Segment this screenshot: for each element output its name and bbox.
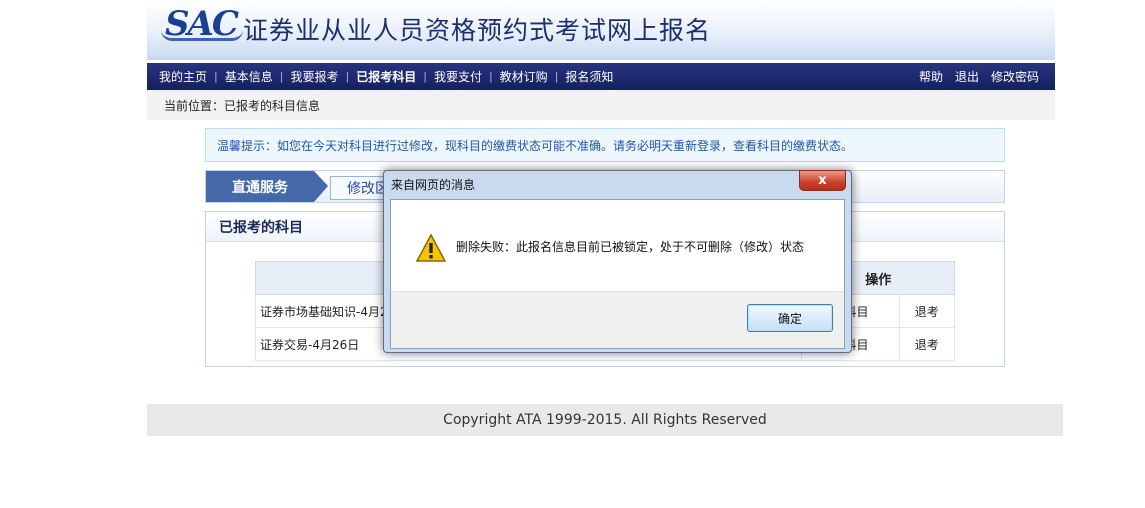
nav-separator: | [214,70,218,83]
nav-item-register[interactable]: 我要报考 [290,68,338,85]
logo-swoosh [161,30,243,41]
nav-item-home[interactable]: 我的主页 [159,68,207,85]
nav-separator: | [554,70,559,83]
message-dialog: 来自网页的消息 x 删除失败：此报名信息目前已被锁定，处于不可删除（修改）状态 … [383,170,852,353]
nav-item-registered-subjects[interactable]: 已报考科目 [356,68,416,85]
site-banner: SAC 证券业从业人员资格预约式考试网上报名 [147,0,1055,60]
dialog-close-button[interactable]: x [799,170,846,191]
nav-item-payment[interactable]: 我要支付 [434,68,482,85]
nav-right: 帮助 退出 修改密码 [919,63,1039,90]
withdraw-link[interactable]: 退考 [898,327,956,361]
service-tab-arrow [314,171,328,202]
nav-left: 我的主页 | 基本信息 | 我要报考 | 已报考科目 | 我要支付 | 教材订购… [159,63,613,90]
breadcrumb: 当前位置： 已报考的科目信息 [147,90,1055,120]
nav-separator: | [423,70,427,83]
panel-title: 已报考的科目 [219,219,303,236]
close-icon: x [818,173,827,188]
dialog-message: 删除失败：此报名信息目前已被锁定，处于不可删除（修改）状态 [456,240,805,254]
tip-text: 温馨提示：如您在今天对科目进行过修改，现科目的缴费状态可能不准确。请务必明天重新… [217,138,854,153]
tip-banner: 温馨提示：如您在今天对科目进行过修改，现科目的缴费状态可能不准确。请务必明天重新… [205,128,1005,162]
nav-item-basic-info[interactable]: 基本信息 [225,68,273,85]
copyright-text: Copyright ATA 1999-2015. All Rights Rese… [443,412,767,428]
nav-item-logout[interactable]: 退出 [955,68,979,85]
site-title: 证券业从业人员资格预约式考试网上报名 [243,16,712,45]
ok-button[interactable]: 确定 [747,304,833,332]
dialog-title: 来自网页的消息 [391,178,476,192]
nav-item-textbooks[interactable]: 教材订购 [500,68,548,85]
nav-separator: | [345,70,350,83]
service-tab[interactable]: 直通服务 [206,171,314,202]
breadcrumb-current: 已报考的科目信息 [224,98,321,113]
withdraw-link[interactable]: 退考 [898,294,956,328]
nav-separator: | [488,70,493,83]
dialog-footer: 确定 [391,291,844,348]
nav-item-notice[interactable]: 报名须知 [565,68,613,85]
nav-separator: | [279,70,284,83]
nav-item-help[interactable]: 帮助 [919,68,943,85]
breadcrumb-label: 当前位置： [164,98,225,113]
warning-icon [415,233,447,262]
page-footer: Copyright ATA 1999-2015. All Rights Rese… [147,404,1063,436]
dialog-body: 删除失败：此报名信息目前已被锁定，处于不可删除（修改）状态 确定 [390,199,845,349]
main-nav: 我的主页 | 基本信息 | 我要报考 | 已报考科目 | 我要支付 | 教材订购… [147,63,1055,90]
nav-item-change-password[interactable]: 修改密码 [991,68,1039,85]
